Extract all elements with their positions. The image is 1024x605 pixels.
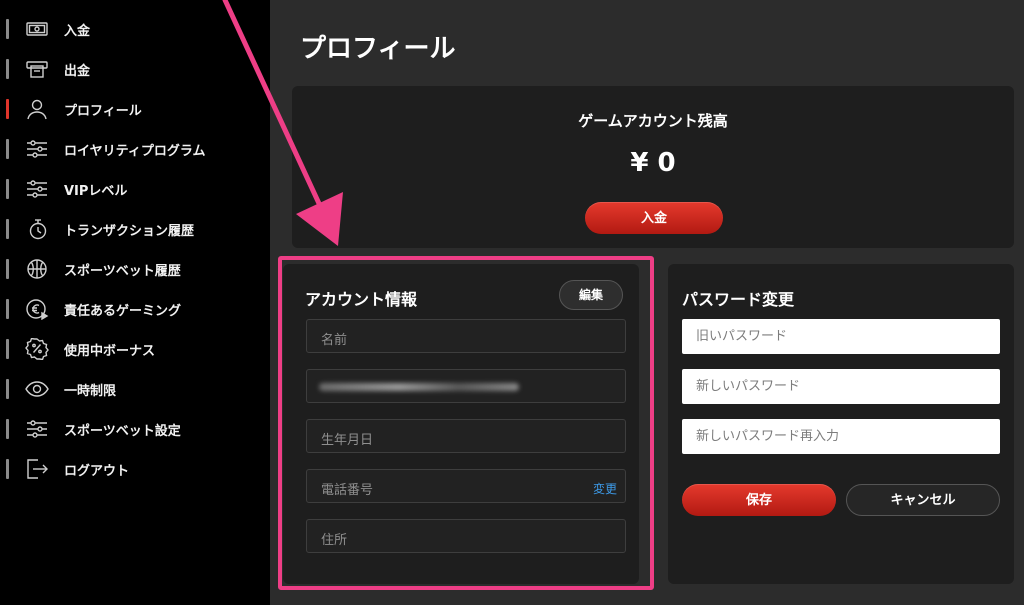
sidebar-item-indicator	[6, 339, 9, 359]
sidebar-item-label: VIPレベル	[64, 184, 128, 199]
sidebar-item-label: スポーツベット履歴	[64, 264, 181, 279]
logout-icon	[24, 457, 50, 481]
sidebar-item-deposit[interactable]: 入金	[0, 9, 268, 49]
eye-icon	[24, 377, 50, 401]
confirm-password-input[interactable]	[682, 419, 1000, 454]
address-field-label: 住所	[321, 533, 348, 548]
balance-title: ゲームアカウント残高	[578, 112, 728, 130]
phone-field[interactable]: 電話番号 変更	[306, 469, 626, 503]
sidebar-item-logout[interactable]: ログアウト	[0, 449, 268, 489]
main-content: プロフィール ゲームアカウント残高 ¥ 0 入金 アカウント情報 編集 名前 生…	[270, 0, 1024, 605]
sidebar-item-loyalty[interactable]: ロイヤリティプログラム	[0, 129, 268, 169]
new-password-input[interactable]	[682, 369, 1000, 404]
euro-play-icon	[24, 297, 50, 321]
timer-icon	[24, 217, 50, 241]
cancel-button[interactable]: キャンセル	[846, 484, 1000, 516]
password-change-heading: パスワード変更	[682, 290, 795, 309]
sidebar-item-sportsbet-history[interactable]: スポーツベット履歴	[0, 249, 268, 289]
sliders-icon	[24, 177, 50, 201]
atm-withdraw-icon	[24, 57, 50, 81]
sidebar-item-indicator	[6, 459, 9, 479]
sliders-icon	[24, 137, 50, 161]
sidebar: 入金 出金 プロフィール ロイヤリティプログラム VIPレベル トランザクション	[0, 0, 268, 605]
save-button[interactable]: 保存	[682, 484, 836, 516]
sidebar-item-temporary-limit[interactable]: 一時制限	[0, 369, 268, 409]
sidebar-item-label: ログアウト	[64, 464, 130, 479]
sidebar-item-indicator	[6, 19, 9, 39]
sidebar-item-indicator	[6, 99, 9, 119]
account-info-heading: アカウント情報	[305, 290, 418, 309]
sidebar-item-indicator	[6, 179, 9, 199]
deposit-button[interactable]: 入金	[585, 202, 723, 234]
user-icon	[24, 97, 50, 121]
cash-icon	[24, 17, 50, 41]
sidebar-item-indicator	[6, 139, 9, 159]
sidebar-item-indicator	[6, 59, 9, 79]
sidebar-item-label: 入金	[64, 24, 91, 39]
sidebar-item-label: プロフィール	[64, 104, 142, 119]
sidebar-item-sportsbet-settings[interactable]: スポーツベット設定	[0, 409, 268, 449]
ball-icon	[24, 257, 50, 281]
sidebar-item-label: 一時制限	[64, 384, 117, 399]
name-field-label: 名前	[321, 333, 348, 348]
sidebar-item-responsible-gaming[interactable]: 責任あるゲーミング	[0, 289, 268, 329]
percent-badge-icon	[24, 337, 50, 361]
balance-panel: ゲームアカウント残高 ¥ 0 入金	[292, 86, 1014, 248]
sidebar-item-withdraw[interactable]: 出金	[0, 49, 268, 89]
sidebar-item-label: 出金	[64, 64, 91, 79]
sidebar-item-profile[interactable]: プロフィール	[0, 89, 268, 129]
blurred-email-value	[319, 383, 519, 391]
password-change-panel: パスワード変更 保存 キャンセル	[668, 264, 1014, 584]
sidebar-item-label: 使用中ボーナス	[64, 344, 156, 359]
change-phone-link[interactable]: 変更	[593, 480, 617, 497]
birthdate-field-label: 生年月日	[321, 433, 374, 448]
sidebar-item-active-bonus[interactable]: 使用中ボーナス	[0, 329, 268, 369]
sidebar-item-vip[interactable]: VIPレベル	[0, 169, 268, 209]
sidebar-item-label: スポーツベット設定	[64, 424, 181, 439]
sidebar-item-indicator	[6, 419, 9, 439]
name-field[interactable]: 名前	[306, 319, 626, 353]
old-password-input[interactable]	[682, 319, 1000, 354]
sidebar-item-indicator	[6, 219, 9, 239]
sidebar-item-indicator	[6, 299, 9, 319]
address-field[interactable]: 住所	[306, 519, 626, 553]
sidebar-item-label: ロイヤリティプログラム	[64, 144, 206, 159]
phone-field-label: 電話番号	[321, 483, 374, 498]
edit-button[interactable]: 編集	[559, 280, 623, 310]
sidebar-item-transactions[interactable]: トランザクション履歴	[0, 209, 268, 249]
sliders-icon	[24, 417, 50, 441]
page-title: プロフィール	[300, 34, 456, 64]
account-info-panel: アカウント情報 編集 名前 生年月日 電話番号 変更 住所	[283, 264, 639, 584]
sidebar-item-indicator	[6, 379, 9, 399]
birthdate-field[interactable]: 生年月日	[306, 419, 626, 453]
sidebar-item-indicator	[6, 259, 9, 279]
email-field[interactable]	[306, 369, 626, 403]
sidebar-item-label: トランザクション履歴	[64, 224, 195, 239]
sidebar-item-label: 責任あるゲーミング	[64, 304, 182, 319]
balance-amount: ¥ 0	[630, 148, 676, 178]
